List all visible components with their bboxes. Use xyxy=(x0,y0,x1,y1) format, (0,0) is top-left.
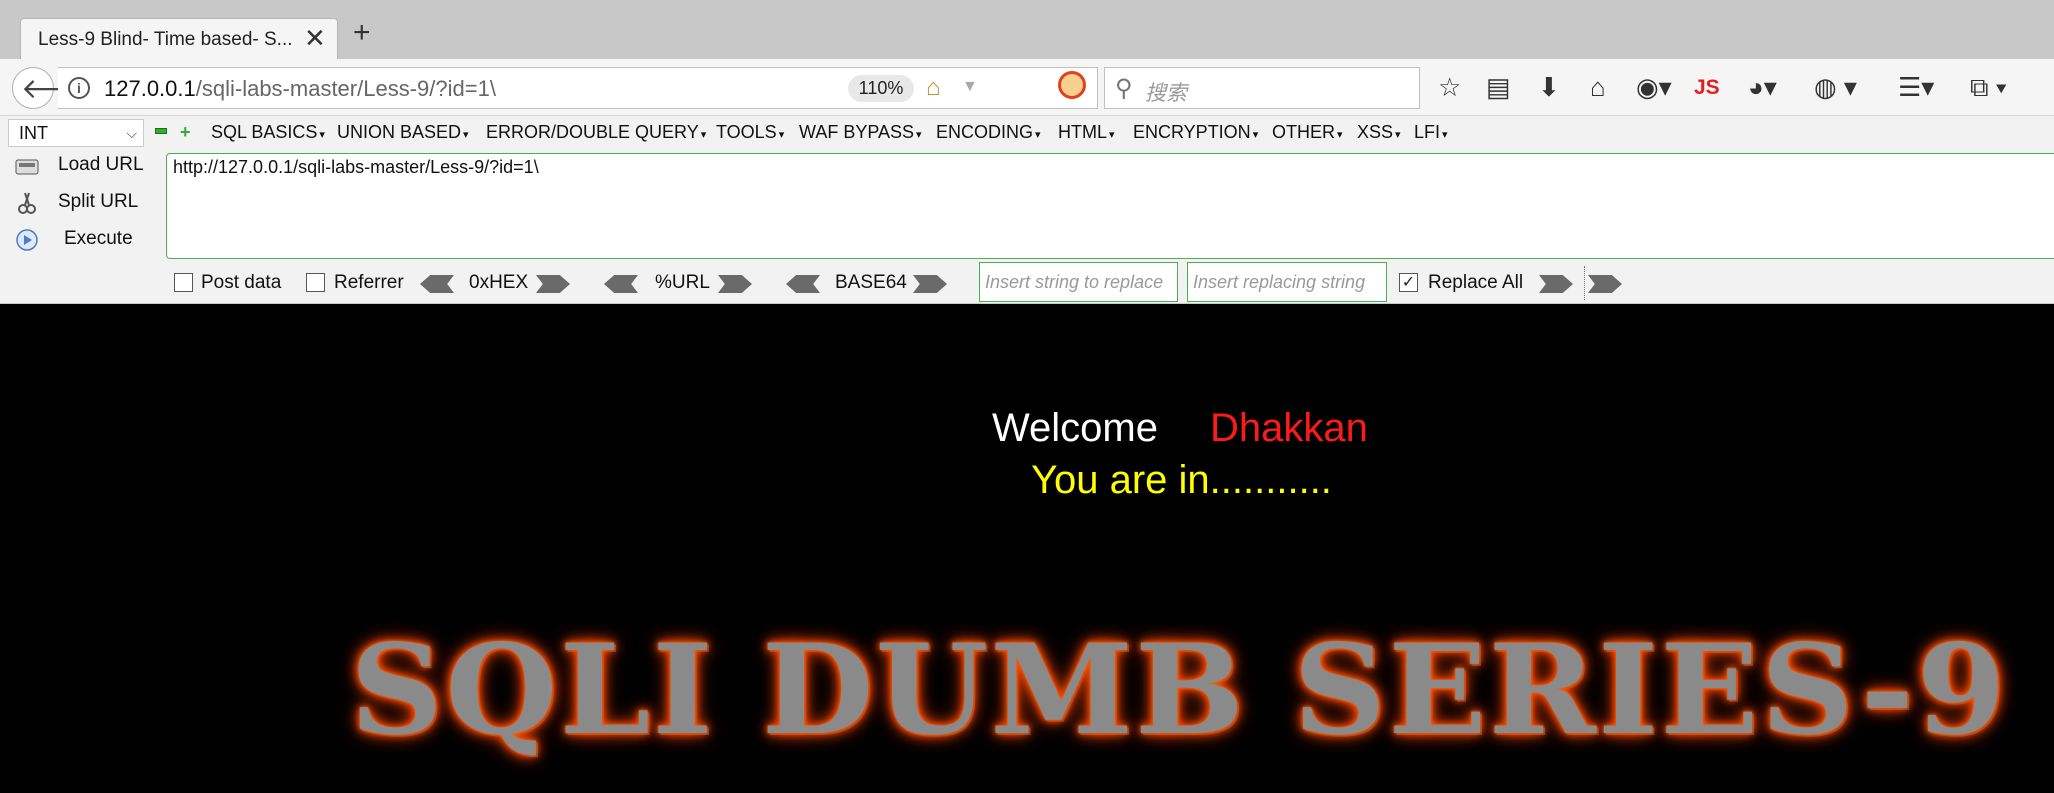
chevron-down-icon: ⌵ xyxy=(126,125,137,141)
globe-icon[interactable]: ◉▾ xyxy=(1636,72,1672,102)
hex-encode-button[interactable] xyxy=(536,275,570,293)
url-text[interactable]: 127.0.0.1/sqli-labs-master/Less-9/?id=1\ xyxy=(104,76,496,102)
url-host: 127.0.0.1 xyxy=(104,76,196,101)
menu-sql-basics[interactable]: SQL BASICS xyxy=(211,122,325,143)
js-toggle[interactable]: JS xyxy=(1694,76,1720,100)
adblock-icon[interactable] xyxy=(1058,71,1086,99)
type-select-value: INT xyxy=(19,123,48,143)
layers-icon[interactable]: ☰▾ xyxy=(1898,72,1934,102)
menu-tools[interactable]: TOOLS xyxy=(716,122,784,143)
zoom-badge[interactable]: 110% xyxy=(848,75,914,102)
url-textarea[interactable]: http://127.0.0.1/sqli-labs-master/Less-9… xyxy=(166,153,2054,259)
translate-icon[interactable]: ◕▾ xyxy=(1748,72,1777,102)
new-tab-icon[interactable]: + xyxy=(353,18,371,48)
devices-icon[interactable]: ⧉ ▾ xyxy=(1970,72,2007,102)
close-icon[interactable]: ✕ xyxy=(304,25,326,51)
replace-all-checkbox[interactable]: ✓ xyxy=(1399,273,1418,292)
menu-union-based[interactable]: UNION BASED xyxy=(337,122,469,143)
urlenc-label: %URL xyxy=(655,272,710,293)
replace-button[interactable] xyxy=(1539,275,1573,293)
status-message: You are in........... xyxy=(1031,458,1332,502)
load-url-icon xyxy=(15,159,39,175)
download-icon[interactable]: ⬇ xyxy=(1538,72,1560,102)
hex-decode-button[interactable] xyxy=(420,275,454,293)
url-decode-button[interactable] xyxy=(604,275,638,293)
user-name: Dhakkan xyxy=(1210,406,1368,450)
hackbar-panel: INT ⌵ + SQL BASICS UNION BASED ERROR/DOU… xyxy=(0,116,2054,304)
split-url-button[interactable]: Split URL xyxy=(14,189,164,219)
palette-icon[interactable]: ◍ ▾ xyxy=(1814,72,1857,102)
info-icon[interactable]: i xyxy=(68,77,90,99)
welcome-text: Welcome xyxy=(992,406,1158,450)
series-banner: SQLI DUMB SERIES-9 xyxy=(350,618,2009,763)
home-icon[interactable]: ⌂ xyxy=(1590,72,1606,102)
reading-list-icon[interactable]: ▤ xyxy=(1486,72,1511,102)
bookmark-star-icon[interactable]: ☆ xyxy=(1438,72,1461,102)
search-input[interactable]: ⚲ 搜索 xyxy=(1104,67,1420,109)
replace-from-input[interactable]: Insert string to replace xyxy=(979,262,1178,302)
referrer-label: Referrer xyxy=(334,272,404,293)
split-url-label: Split URL xyxy=(58,191,139,212)
search-placeholder: 搜索 xyxy=(1145,82,1187,105)
load-url-label: Load URL xyxy=(58,154,144,175)
menu-encryption[interactable]: ENCRYPTION xyxy=(1133,122,1258,143)
play-icon xyxy=(16,229,38,251)
post-data-label: Post data xyxy=(201,272,282,293)
post-data-checkbox[interactable] xyxy=(174,273,193,292)
replace-next-button[interactable] xyxy=(1588,275,1622,293)
hex-label: 0xHEX xyxy=(469,272,529,293)
menu-xss[interactable]: XSS xyxy=(1357,122,1401,143)
execute-button[interactable]: Execute xyxy=(14,226,164,256)
load-url-button[interactable]: Load URL xyxy=(14,152,164,182)
scissors-icon xyxy=(18,192,36,214)
nav-bar: 🡐 i 127.0.0.1/sqli-labs-master/Less-9/?i… xyxy=(0,59,2054,116)
plus-icon[interactable]: + xyxy=(180,123,191,141)
execute-label: Execute xyxy=(64,228,133,249)
chevron-down-icon[interactable]: ▼ xyxy=(962,78,978,96)
base64-encode-button[interactable] xyxy=(913,275,947,293)
url-path: /sqli-labs-master/Less-9/?id=1\ xyxy=(195,76,496,101)
url-bar[interactable]: i 127.0.0.1/sqli-labs-master/Less-9/?id=… xyxy=(58,67,1098,109)
page-content: Welcome Dhakkan You are in........... SQ… xyxy=(0,304,2054,793)
tab-title: Less-9 Blind- Time based- S... xyxy=(38,29,293,50)
menu-html[interactable]: HTML xyxy=(1058,122,1115,143)
home-icon[interactable]: ⌂ xyxy=(926,74,941,102)
referrer-checkbox[interactable] xyxy=(306,273,325,292)
base64-label: BASE64 xyxy=(835,272,907,293)
base64-decode-button[interactable] xyxy=(786,275,820,293)
separator xyxy=(1584,266,1585,300)
replace-all-label: Replace All xyxy=(1428,272,1524,293)
search-icon: ⚲ xyxy=(1115,75,1133,102)
menu-other[interactable]: OTHER xyxy=(1272,122,1343,143)
minus-icon[interactable] xyxy=(155,128,167,134)
type-select[interactable]: INT ⌵ xyxy=(8,119,144,147)
tab-active[interactable]: Less-9 Blind- Time based- S... ✕ xyxy=(20,18,338,59)
menu-lfi[interactable]: LFI xyxy=(1414,122,1448,143)
url-encode-button[interactable] xyxy=(718,275,752,293)
browser-window: Less-9 Blind- Time based- S... ✕ + 🡐 i 1… xyxy=(0,0,2054,793)
menu-waf-bypass[interactable]: WAF BYPASS xyxy=(799,122,922,143)
menu-encoding[interactable]: ENCODING xyxy=(936,122,1041,143)
back-button[interactable]: 🡐 xyxy=(12,67,96,109)
replace-to-input[interactable]: Insert replacing string xyxy=(1187,262,1387,302)
tab-strip: Less-9 Blind- Time based- S... ✕ + xyxy=(0,0,2054,59)
menu-error-double-query[interactable]: ERROR/DOUBLE QUERY xyxy=(486,122,706,143)
